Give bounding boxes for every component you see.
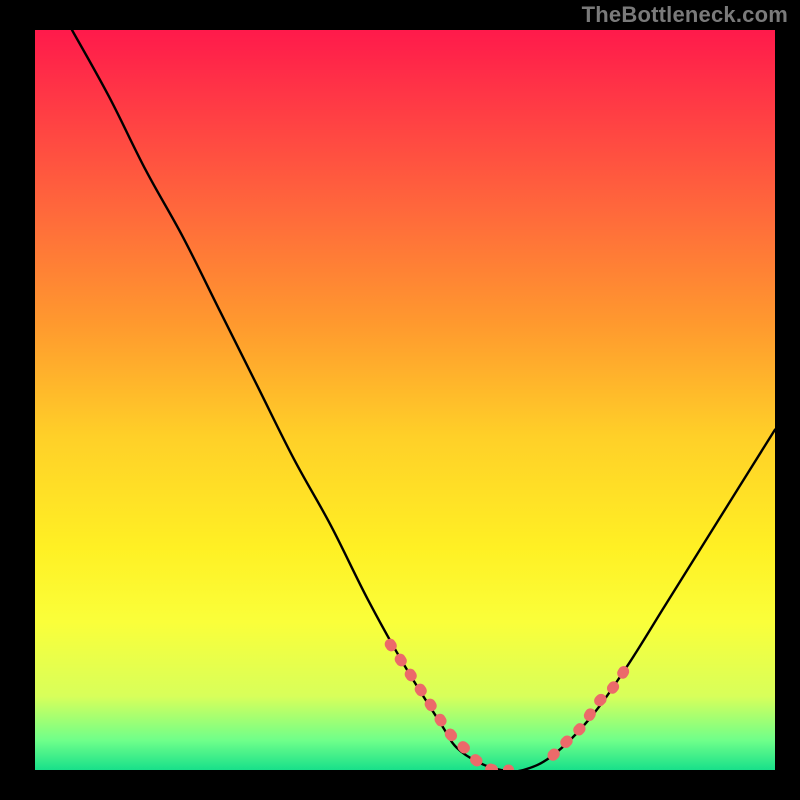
highlight-right (553, 666, 627, 755)
bottleneck-curve (72, 30, 775, 770)
plot-area (35, 30, 775, 770)
curve-layer (35, 30, 775, 770)
watermark-text: TheBottleneck.com (582, 2, 788, 28)
highlight-left (390, 644, 508, 770)
chart-frame: TheBottleneck.com (0, 0, 800, 800)
